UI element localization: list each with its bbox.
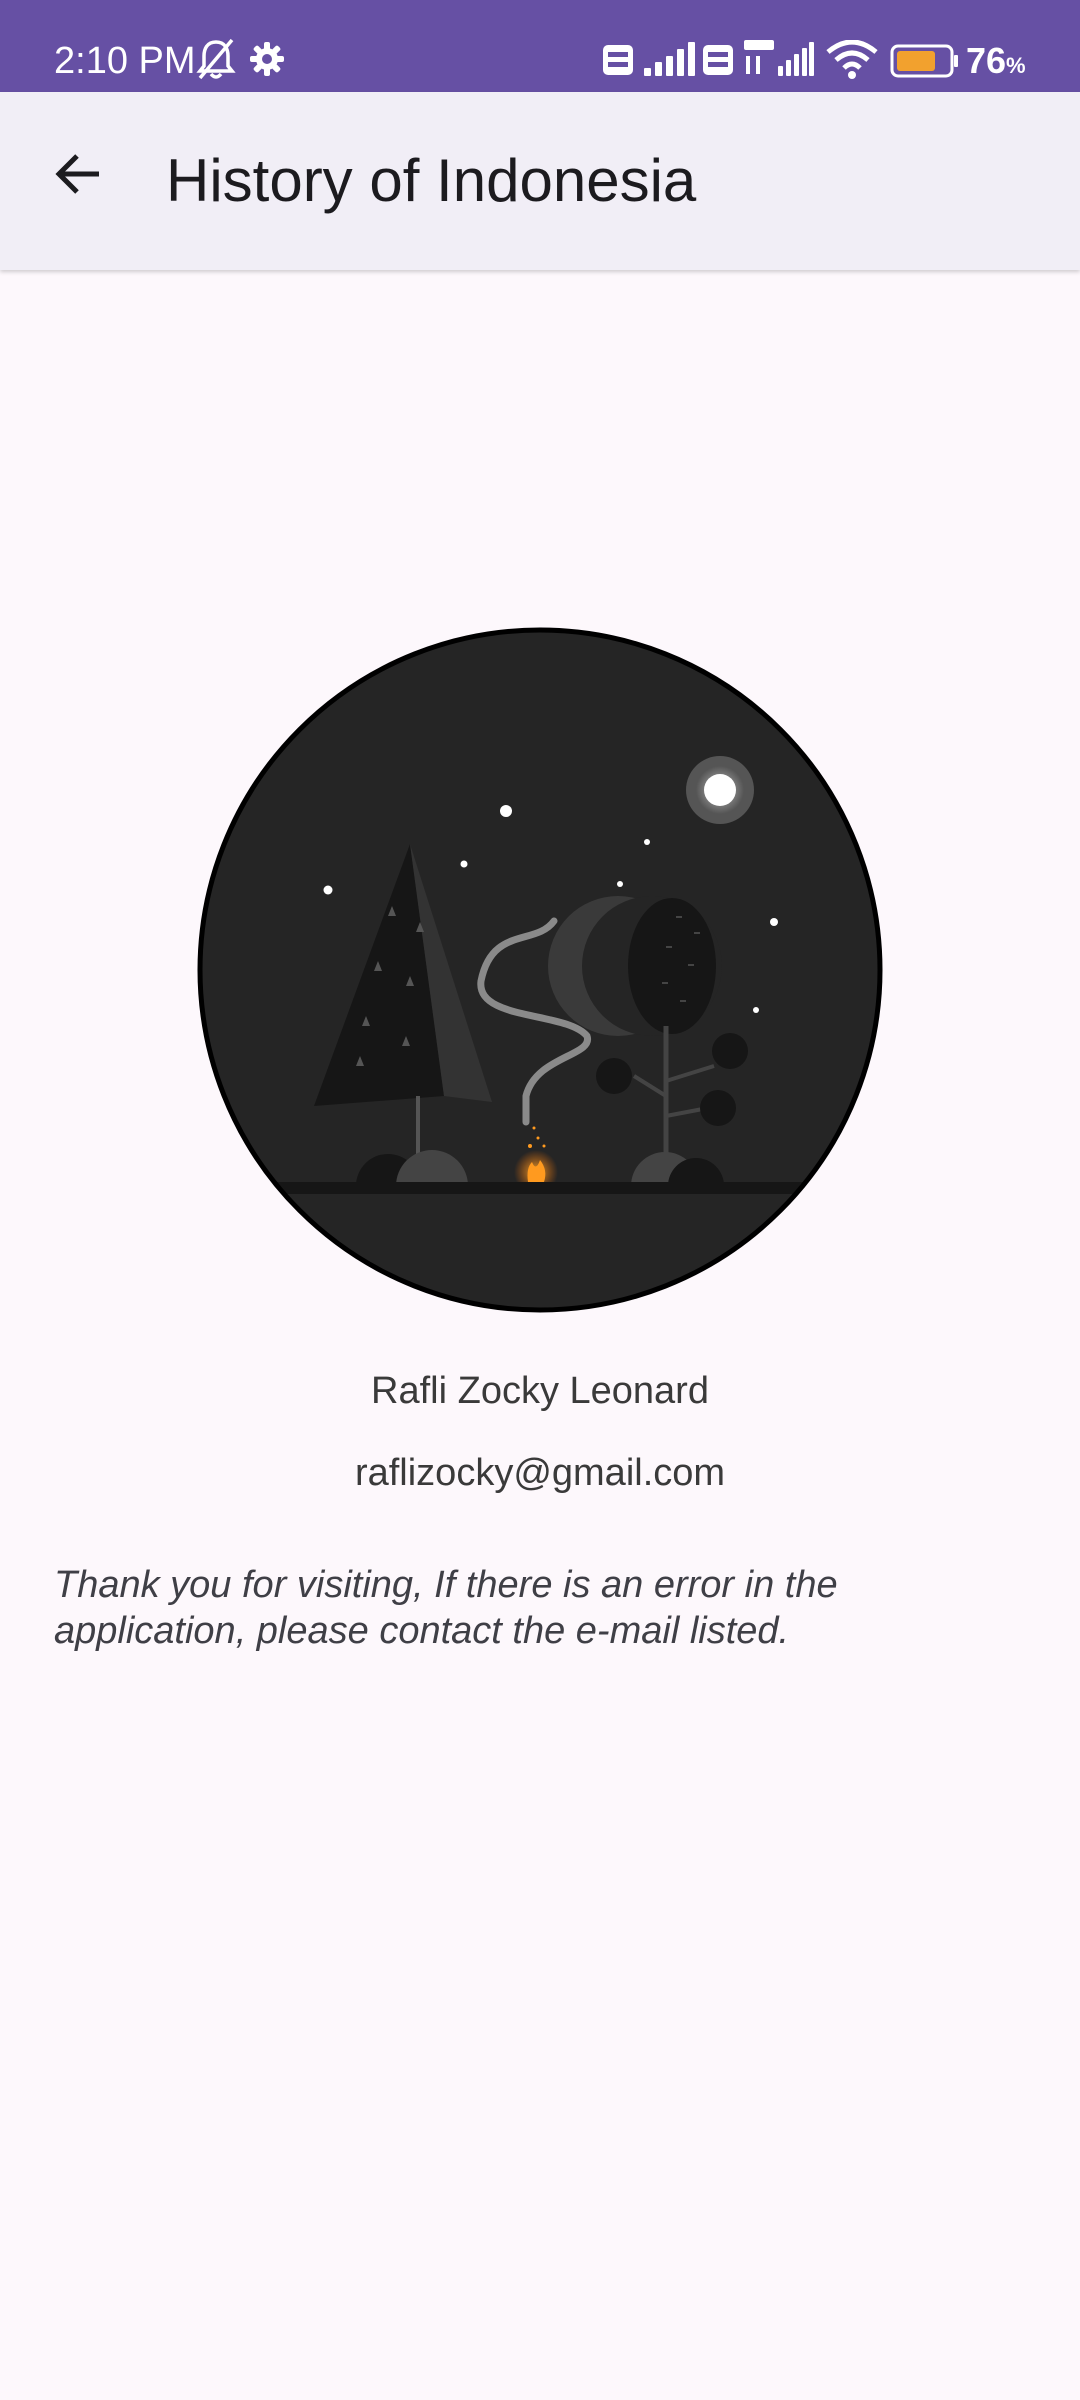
signal-icon [778,42,814,76]
app-bar: History of Indonesia [0,92,1080,270]
battery-percentage: 76% [966,40,1026,81]
thank-you-message: Thank you for visiting, If there is an e… [54,1564,838,1652]
page-title: History of Indonesia [166,147,697,214]
wifi-icon [826,40,878,79]
gear-icon [250,42,284,76]
bell-off-icon [196,38,236,80]
status-time: 2:10 PM [54,40,196,82]
profile-name: Rafli Zocky Leonard [371,1370,709,1412]
battery-icon [890,44,958,78]
avatar [197,627,883,1313]
4g-plus-icon [744,40,774,74]
status-bar: 2:10 PM 76% [0,0,1080,92]
volte-icon [603,45,633,75]
volte-icon [703,45,733,75]
arrow-left-icon [55,154,99,194]
back-button[interactable] [30,126,126,222]
signal-icon [644,42,695,76]
profile-email: raflizocky@gmail.com [354,1452,726,1494]
